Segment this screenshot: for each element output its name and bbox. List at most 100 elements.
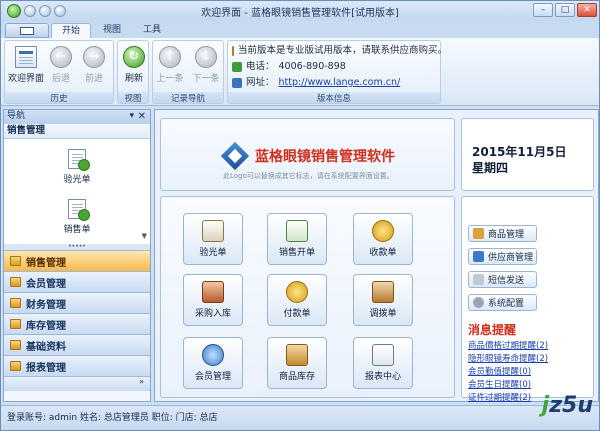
message-link[interactable]: 证件过期提醒(2) — [468, 391, 531, 403]
refresh-button[interactable]: ↻ 刷新 — [115, 45, 153, 84]
window-title: 欢迎界面 - 蓝格眼镜销售管理软件[试用版本] — [201, 7, 399, 19]
window-controls: – □ ✕ — [533, 3, 597, 17]
tab-view[interactable]: 视图 — [93, 23, 131, 38]
ribbon: 欢迎界面 ← 后退 → 前进 历史 ↻ 刷新 视图 ↑ 上一条 ↓ 下一条 记录… — [1, 38, 599, 106]
phone-row: 电话： 4006-890-898 — [232, 59, 440, 75]
function-grid: 验光单 销售开单 收款单 采购入库 付款单 调拨单 会员管理 商品库存 报表中心 — [160, 196, 455, 398]
document-edit-icon — [68, 149, 90, 171]
tile-payment[interactable]: 付款单 — [267, 274, 327, 326]
messages-title: 消息提醒 — [468, 323, 517, 337]
message-link[interactable]: 会员生日提醒(0) — [468, 378, 531, 390]
arrow-right-icon: → — [83, 46, 105, 68]
minimize-button[interactable]: – — [533, 3, 553, 17]
folder-icon — [10, 361, 21, 371]
nav-finance[interactable]: 财务管理 — [4, 292, 150, 313]
message-link[interactable]: 隐形眼镜寿命提醒(2) — [468, 352, 548, 364]
current-weekday: 星期四 — [472, 161, 509, 175]
side-panel: 商品管理 供应商管理 短信发送 系统配置 消息提醒 商品價格过期提醒(2) 隐形… — [461, 196, 594, 403]
sms-send-button[interactable]: 短信发送 — [468, 271, 537, 288]
navigation-header: 导航 ▾ ✕ — [4, 110, 150, 124]
document-add-icon — [286, 220, 308, 242]
current-date: 2015年11月5日 — [472, 145, 567, 159]
sidebar-item-sales-order[interactable]: 销售单 — [54, 199, 100, 235]
system-config-button[interactable]: 系统配置 — [468, 294, 537, 311]
warehouse-icon — [202, 281, 224, 303]
coins-minus-icon — [286, 281, 308, 303]
tile-stock[interactable]: 商品库存 — [267, 337, 327, 389]
message-link[interactable]: 商品價格过期提醒(2) — [468, 339, 548, 351]
coins-add-icon — [372, 220, 394, 242]
pin-icon[interactable]: ▾ — [129, 110, 134, 123]
prev-record-button[interactable]: ↑ 上一条 — [151, 45, 189, 84]
welcome-page: 蓝格眼镜销售管理软件 此Logo可以替换成其它标志，请在系统配置界面设置。 20… — [154, 109, 599, 403]
arrow-up-icon: ↑ — [159, 46, 181, 68]
tile-receipt[interactable]: 收款单 — [353, 213, 413, 265]
nav-inventory[interactable]: 库存管理 — [4, 313, 150, 334]
house-transfer-icon — [372, 281, 394, 303]
maximize-button[interactable]: □ — [555, 3, 575, 17]
message-icon — [473, 274, 484, 285]
folder-icon — [10, 256, 21, 266]
arrow-down-icon: ↓ — [195, 46, 217, 68]
welcome-page-icon — [15, 46, 37, 68]
gear-icon — [473, 297, 484, 308]
users-icon — [202, 344, 224, 366]
forward-button[interactable]: → 前进 — [75, 45, 113, 84]
folder-icon — [10, 319, 21, 329]
pane-overflow-chevron[interactable]: » — [4, 376, 150, 391]
sidebar-item-eye-exam[interactable]: 验光单 — [54, 149, 100, 185]
tile-sales-order[interactable]: 销售开单 — [267, 213, 327, 265]
nav-members[interactable]: 会员管理 — [4, 271, 150, 292]
notice-icon — [232, 46, 234, 56]
folder-icon — [10, 298, 21, 308]
tab-start[interactable]: 开始 — [51, 23, 92, 38]
tile-purchase-in[interactable]: 采购入库 — [183, 274, 243, 326]
supplier-icon — [473, 251, 484, 262]
product-manage-button[interactable]: 商品管理 — [468, 225, 537, 242]
version-info: 当前版本是专业版试用版本，请联系供应商购买。 电话： 4006-890-898 网… — [228, 43, 447, 91]
document-add-icon — [68, 199, 90, 221]
nav-basic-data[interactable]: 基础资料 — [4, 334, 150, 355]
ribbon-tabs: 开始 视图 工具 — [1, 21, 599, 38]
app-menu-button[interactable] — [5, 23, 49, 38]
nav-sales[interactable]: 销售管理 — [4, 250, 150, 271]
tab-tools[interactable]: 工具 — [133, 23, 171, 38]
menu-icon — [20, 26, 34, 35]
ribbon-group-label: 记录导航 — [153, 92, 223, 104]
welcome-button[interactable]: 欢迎界面 — [7, 45, 45, 84]
website-link[interactable]: http://www.lange.com.cn/ — [279, 75, 401, 91]
phone-icon — [232, 62, 242, 72]
product-icon — [473, 228, 484, 239]
title-bar: 欢迎界面 - 蓝格眼镜销售管理软件[试用版本] – □ ✕ — [1, 1, 599, 21]
tile-reports[interactable]: 报表中心 — [353, 337, 413, 389]
ribbon-group-record: ↑ 上一条 ↓ 下一条 记录导航 — [152, 40, 224, 104]
date-panel: 2015年11月5日 星期四 — [461, 118, 594, 191]
logo-note: 此Logo可以替换成其它标志，请在系统配置界面设置。 — [223, 172, 394, 180]
message-link[interactable]: 会员勤值提醒(0) — [468, 365, 531, 377]
folder-icon — [10, 340, 21, 350]
logo-panel: 蓝格眼镜销售管理软件 此Logo可以替换成其它标志，请在系统配置界面设置。 — [160, 118, 455, 191]
ribbon-group-label: 视图 — [118, 92, 148, 104]
navigation-pane: 导航 ▾ ✕ 销售管理 验光单 销售单 ▼ ••••• 销售管理 会员管理 财务… — [3, 109, 151, 402]
section-items: 验光单 销售单 ▼ — [4, 139, 150, 244]
brand-logo-icon — [220, 141, 250, 171]
document-pen-icon — [202, 220, 224, 242]
close-pane-icon[interactable]: ✕ — [138, 110, 146, 123]
tile-eye-exam[interactable]: 验光单 — [183, 213, 243, 265]
version-notice-row: 当前版本是专业版试用版本，请联系供应商购买。 — [232, 43, 447, 59]
ribbon-group-label: 历史 — [5, 92, 113, 104]
nav-reports[interactable]: 报表管理 — [4, 355, 150, 376]
supplier-manage-button[interactable]: 供应商管理 — [468, 248, 537, 265]
watermark-logo: jz5u — [541, 393, 593, 418]
tile-transfer[interactable]: 调拨单 — [353, 274, 413, 326]
ribbon-group-view: ↻ 刷新 视图 — [117, 40, 149, 104]
scroll-down-icon[interactable]: ▼ — [142, 232, 147, 240]
folder-icon — [10, 277, 21, 287]
ribbon-group-label: 版本信息 — [228, 92, 440, 104]
clipboard-icon — [372, 344, 394, 366]
tile-members[interactable]: 会员管理 — [183, 337, 243, 389]
next-record-button[interactable]: ↓ 下一条 — [187, 45, 225, 84]
close-button[interactable]: ✕ — [577, 3, 597, 17]
brand-name: 蓝格眼镜销售管理软件 — [255, 149, 395, 165]
ribbon-group-history: 欢迎界面 ← 后退 → 前进 历史 — [4, 40, 114, 104]
